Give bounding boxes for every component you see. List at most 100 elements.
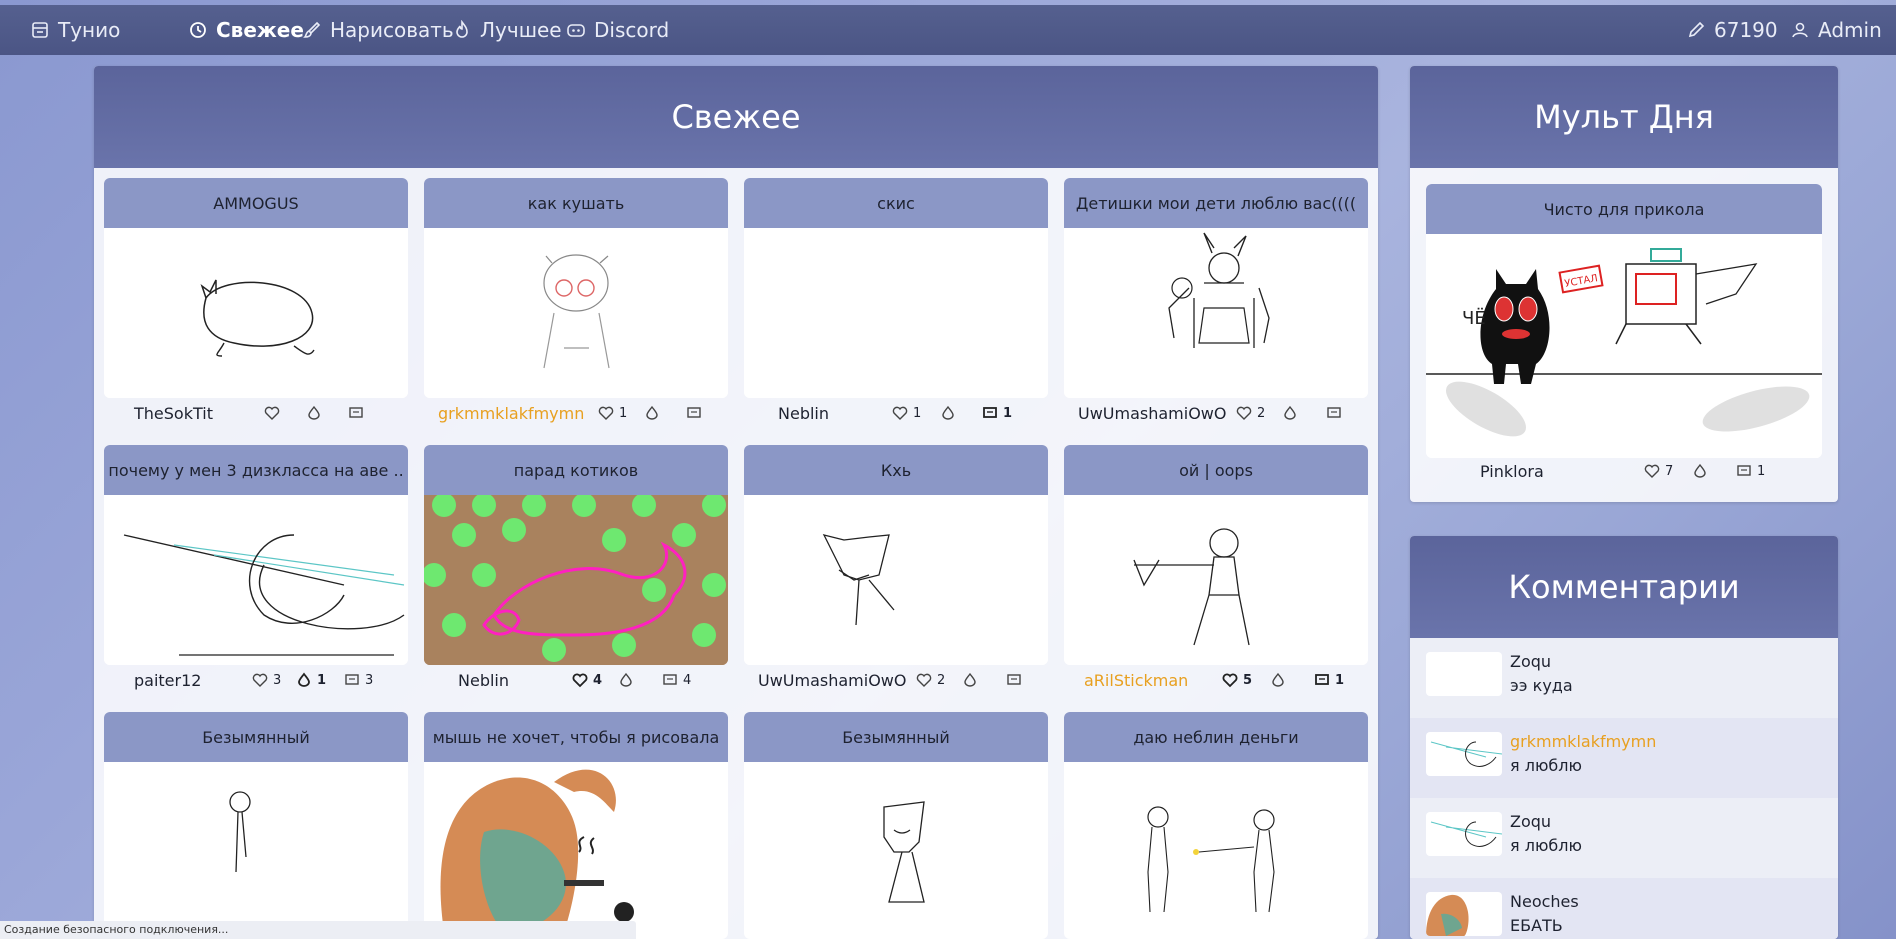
card-meta: Neblin 1 1 (744, 400, 1048, 428)
like-button[interactable]: 5 (1222, 672, 1252, 688)
drawing-image[interactable] (744, 762, 1048, 932)
card-title: Кхь (744, 445, 1048, 495)
comments-title: Комментарии (1410, 536, 1838, 638)
card-author[interactable]: UwUmashamiOwO (758, 671, 906, 690)
comment-button[interactable]: 1 (1314, 672, 1344, 688)
boost-button[interactable] (962, 672, 983, 688)
drawing-card[interactable]: Детишки мои дети люблю вас(((( (1064, 178, 1368, 398)
comment-user[interactable]: Neoches (1510, 892, 1579, 911)
drawing-card[interactable]: скис (744, 178, 1048, 398)
card-author[interactable]: grkmmklakfmymn (438, 404, 584, 423)
comment-button[interactable] (1326, 405, 1347, 421)
like-button[interactable]: 3 (252, 672, 281, 688)
drawing-image[interactable] (744, 495, 1048, 665)
comment-button[interactable] (686, 405, 707, 421)
card-author[interactable]: Neblin (778, 404, 829, 423)
drawing-image[interactable] (104, 762, 408, 932)
comment-item[interactable]: Zoqu я люблю (1410, 798, 1838, 878)
heart-icon (598, 406, 614, 420)
boost-button[interactable] (644, 405, 665, 421)
comment-thumbnail[interactable] (1426, 652, 1502, 696)
featured-drawing-image[interactable]: ЧЁ УСТАЛ (1426, 234, 1822, 458)
comment-thumbnail[interactable] (1426, 892, 1502, 936)
drawing-image[interactable] (1064, 228, 1368, 398)
nav-fresh[interactable]: Свежее (188, 5, 304, 55)
heart-icon (1236, 406, 1252, 420)
comment-item[interactable]: grkmmklakfmymn я люблю (1410, 718, 1838, 798)
like-button[interactable]: 4 (572, 672, 602, 688)
comment-button[interactable]: 4 (662, 672, 691, 688)
like-button[interactable]: 2 (916, 672, 945, 688)
heart-icon (572, 673, 588, 688)
comment-user[interactable]: Zoqu (1510, 812, 1551, 831)
drawing-card[interactable]: почему у мен 3 дизкласса на аве .. (104, 445, 408, 665)
like-button[interactable]: 7 (1644, 463, 1673, 479)
boost-count: 1 (317, 672, 327, 688)
boost-button[interactable] (1692, 463, 1708, 479)
card-author[interactable]: TheSokTit (134, 404, 213, 423)
like-button[interactable]: 1 (598, 405, 627, 421)
drawing-image[interactable] (104, 495, 408, 665)
comment-user[interactable]: grkmmklakfmymn (1510, 732, 1656, 751)
card-author[interactable]: paiter12 (134, 671, 201, 690)
card-title: ой | oops (1064, 445, 1368, 495)
nav-discord[interactable]: Discord (566, 5, 669, 55)
drawing-card[interactable]: парад котиков (424, 445, 728, 665)
comment-user[interactable]: Zoqu (1510, 652, 1551, 671)
featured-drawing-card[interactable]: Чисто для прикола ЧЁ УСТАЛ (1426, 184, 1822, 458)
drawing-card[interactable]: AMMOGUS (104, 178, 408, 398)
drawing-image[interactable] (424, 228, 728, 398)
nav-best[interactable]: Лучшее (452, 5, 562, 55)
drawing-image[interactable] (1064, 762, 1368, 932)
drawing-card[interactable]: Безымянный (744, 712, 1048, 939)
fire-icon (620, 672, 632, 687)
like-button[interactable] (264, 405, 285, 421)
featured-card-title: Чисто для прикола (1426, 184, 1822, 234)
comment-item[interactable]: Zoqu ээ куда (1410, 638, 1838, 718)
comment-icon (1327, 407, 1341, 418)
drawing-card[interactable]: мышь не хочет, чтобы я рисовала (424, 712, 728, 939)
comment-button[interactable]: 1 (1736, 463, 1765, 479)
card-meta: Neblin 4 4 (424, 667, 728, 695)
comment-button[interactable]: 1 (982, 405, 1012, 421)
drawing-card[interactable]: даю неблин деньги (1064, 712, 1368, 939)
comment-thumbnail[interactable] (1426, 732, 1502, 776)
comment-button[interactable]: 3 (344, 672, 373, 688)
card-author[interactable]: Neblin (458, 671, 509, 690)
featured-author[interactable]: Pinklora (1480, 462, 1544, 481)
boost-button[interactable] (618, 672, 639, 688)
comment-icon (345, 674, 359, 685)
boost-button[interactable] (940, 405, 961, 421)
ink-counter[interactable]: 67190 (1686, 5, 1778, 55)
drawing-card[interactable]: Безымянный (104, 712, 408, 939)
user-menu[interactable]: Admin (1790, 5, 1882, 55)
drawing-image[interactable] (1064, 495, 1368, 665)
like-button[interactable]: 1 (892, 405, 921, 421)
card-title: даю неблин деньги (1064, 712, 1368, 762)
card-author[interactable]: aRilStickman (1084, 671, 1188, 690)
drawing-image[interactable] (744, 228, 1048, 398)
boost-button[interactable] (1270, 672, 1291, 688)
boost-button[interactable] (1282, 405, 1303, 421)
brand-link[interactable]: Тунио (30, 5, 120, 55)
comment-item[interactable]: Neoches ЕБАТЬ (1410, 878, 1838, 939)
comment-button[interactable] (348, 405, 369, 421)
fire-icon (1284, 405, 1296, 420)
comment-count: 1 (1003, 405, 1013, 421)
comment-count: 3 (365, 672, 374, 688)
drawing-card[interactable]: ой | oops (1064, 445, 1368, 665)
comment-thumbnail[interactable] (1426, 812, 1502, 856)
boost-button[interactable]: 1 (296, 672, 326, 688)
boost-button[interactable] (306, 405, 327, 421)
nav-draw[interactable]: Нарисовать (302, 5, 454, 55)
drawing-image[interactable] (424, 762, 728, 932)
card-author[interactable]: UwUmashamiOwO (1078, 404, 1226, 423)
drawing-image[interactable] (424, 495, 728, 665)
featured-card-meta: Pinklora 7 1 (1426, 458, 1822, 486)
drawing-card[interactable]: как кушать (424, 178, 728, 398)
like-button[interactable]: 2 (1236, 405, 1265, 421)
drawing-card[interactable]: Кхь (744, 445, 1048, 665)
comment-button[interactable] (1006, 672, 1027, 688)
drawing-image[interactable] (104, 228, 408, 398)
ink-count: 67190 (1714, 18, 1778, 42)
